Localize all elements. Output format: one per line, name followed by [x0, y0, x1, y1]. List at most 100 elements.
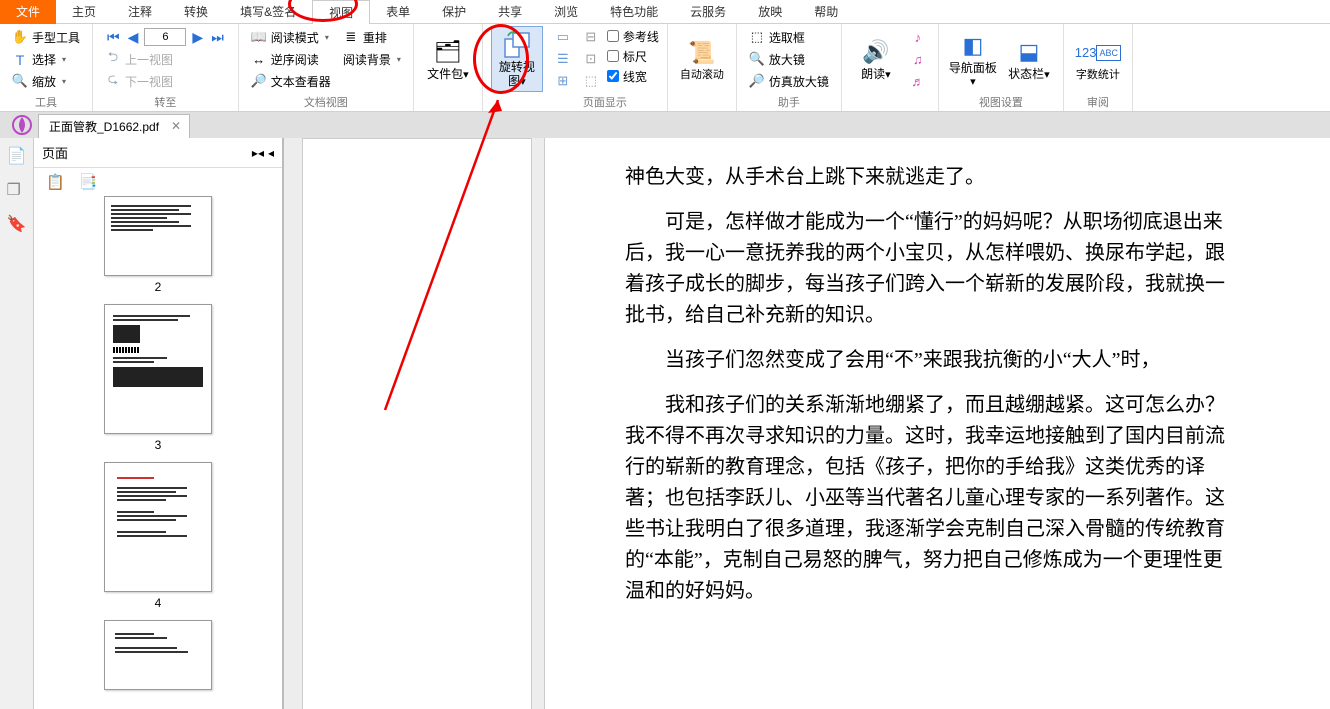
- cont-facing-icon: ⊟: [583, 29, 599, 45]
- next-view-icon: ⮎: [105, 73, 121, 89]
- menu-comment[interactable]: 注释: [112, 0, 168, 24]
- ribbon-group-scroll: 📜 自动滚动: [668, 24, 737, 111]
- hand-tool-button[interactable]: ✋手型工具: [8, 26, 84, 48]
- ribbon-group-tools: ✋手型工具 Ｔ选择 🔍缩放 工具: [0, 24, 93, 111]
- menu-view[interactable]: 视图: [312, 0, 370, 24]
- magnifier-icon: 🔍: [749, 51, 765, 67]
- thumbnail-page-3[interactable]: [104, 304, 212, 434]
- status-bar-button[interactable]: ⬓ 状态栏▾: [1003, 26, 1055, 92]
- thumbnail-panel: 页面 ▸◂ ◂ 📋 📑 2 3: [34, 138, 284, 709]
- ribbon-group-docview: 📖阅读模式 ↔逆序阅读 🔎文本查看器 ≣重排 阅读背景 文档视图: [239, 24, 414, 111]
- facing-icon: ⊞: [555, 73, 571, 89]
- word-count-button[interactable]: 123ABC 字数统计: [1072, 26, 1124, 92]
- prev-page-icon[interactable]: ◀: [126, 29, 141, 46]
- single-page-button[interactable]: ▭: [551, 26, 575, 48]
- read-opt1[interactable]: ♪: [906, 26, 930, 48]
- close-tab-icon[interactable]: ✕: [171, 119, 181, 133]
- ribbon-group-viewset: ◧ 导航面板▾ ⬓ 状态栏▾ 视图设置: [939, 24, 1064, 111]
- sim-magnifier-icon: 🔎: [749, 73, 765, 89]
- page-number-input[interactable]: [144, 28, 186, 46]
- file-package-button[interactable]: 🗂 文件包▾: [422, 26, 474, 92]
- ribbon-group-pagedisplay: ▭ ☰ ⊞ ⊟ ⊡ ⬚ 参考线 标尺 线宽 页面显示: [543, 24, 668, 111]
- ribbon-group-assist: ⬚选取框 🔍放大镜 🔎仿真放大镜 助手: [737, 24, 842, 111]
- ruler-checkbox[interactable]: 标尺: [607, 46, 659, 66]
- reverse-read-button[interactable]: ↔逆序阅读: [247, 48, 335, 70]
- document-viewport[interactable]: 神色大变，从手术台上跳下来就逃走了。 可是，怎样做才能成为一个“懂行”的妈妈呢？…: [284, 138, 1330, 709]
- doc-paragraph: 可是，怎样做才能成为一个“懂行”的妈妈呢？从职场彻底退出来后，我一心一意抚养我的…: [625, 207, 1240, 331]
- menu-cloud[interactable]: 云服务: [674, 0, 742, 24]
- last-page-icon[interactable]: ⏭: [209, 29, 226, 46]
- read-bg-button[interactable]: 阅读背景: [339, 48, 405, 70]
- menu-home[interactable]: 主页: [56, 0, 112, 24]
- layers-icon[interactable]: ❐: [7, 180, 27, 200]
- reflow-icon: ≣: [343, 29, 359, 45]
- thumbnail-tools: 📋 📑: [34, 168, 282, 196]
- separate-cover-button[interactable]: ⊡: [579, 48, 603, 70]
- magnifier-button[interactable]: 🔍放大镜: [745, 48, 833, 70]
- document-tab[interactable]: 正面管教_D1662.pdf ✕: [38, 114, 190, 138]
- menu-form[interactable]: 表单: [370, 0, 426, 24]
- next-view-button[interactable]: ⮎下一视图: [101, 70, 230, 92]
- nav-panel-button[interactable]: ◧ 导航面板▾: [947, 26, 999, 92]
- thumbnail-page-2[interactable]: [104, 196, 212, 276]
- read-opt3[interactable]: ♬: [906, 70, 930, 92]
- word-count-icon: 123ABC: [1082, 37, 1114, 69]
- prev-view-button[interactable]: ⮌上一视图: [101, 48, 230, 70]
- status-bar-icon: ⬓: [1013, 36, 1045, 68]
- menu-browse[interactable]: 浏览: [538, 0, 594, 24]
- thumbnail-page-5[interactable]: [104, 620, 212, 690]
- group-label-viewset: 视图设置: [947, 92, 1055, 112]
- facing-button[interactable]: ⊞: [551, 70, 575, 92]
- auto-scroll-button[interactable]: 📜 自动滚动: [676, 26, 728, 92]
- read-opt2[interactable]: ♫: [906, 48, 930, 70]
- rotate-view-button[interactable]: 旋转视图▾: [491, 26, 543, 92]
- bookmarks-icon[interactable]: 🔖: [7, 214, 27, 234]
- menu-feature[interactable]: 特色功能: [594, 0, 674, 24]
- ribbon-group-read: 🔊 朗读▾ ♪ ♫ ♬: [842, 24, 939, 111]
- rotate-icon: [501, 29, 533, 61]
- doc-paragraph: 我和孩子们的关系渐渐地绷紧了，而且越绷越紧。这可怎么办？我不得不再次寻求知识的力…: [625, 390, 1240, 607]
- continuous-button[interactable]: ☰: [551, 48, 575, 70]
- reference-line-checkbox[interactable]: 参考线: [607, 26, 659, 46]
- read-mode-icon: 📖: [251, 29, 267, 45]
- panel-close-icon[interactable]: ◂: [268, 146, 274, 160]
- audio3-icon: ♬: [910, 73, 926, 89]
- thumbnail-page-4[interactable]: [104, 462, 212, 592]
- ribbon-group-nav: ⏮ ◀ ▶ ⏭ ⮌上一视图 ⮎下一视图 转至: [93, 24, 239, 111]
- menu-bar: 文件 主页 注释 转换 填写&签名 视图 表单 保护 共享 浏览 特色功能 云服…: [0, 0, 1330, 24]
- thumb-tool2-icon[interactable]: 📑: [79, 173, 98, 191]
- app-logo-icon: [10, 113, 34, 137]
- read-aloud-button[interactable]: 🔊 朗读▾: [850, 26, 902, 92]
- zoom-button[interactable]: 🔍缩放: [8, 70, 84, 92]
- doc-paragraph: 当孩子们忽然变成了会用“不”来跟我抗衡的小“大人”时，: [625, 345, 1240, 376]
- group-label-pagedisplay: 页面显示: [551, 92, 659, 112]
- menu-protect[interactable]: 保护: [426, 0, 482, 24]
- selection-box-button[interactable]: ⬚选取框: [745, 26, 833, 48]
- collapse-icon[interactable]: ▸◂: [252, 146, 264, 160]
- thumb-tool1-icon[interactable]: 📋: [46, 173, 65, 191]
- linewidth-checkbox[interactable]: 线宽: [607, 66, 659, 86]
- first-page-icon[interactable]: ⏮: [105, 29, 122, 46]
- cont-facing-button[interactable]: ⊟: [579, 26, 603, 48]
- group-label-review: 审阅: [1072, 92, 1124, 112]
- next-page-icon[interactable]: ▶: [190, 29, 205, 46]
- menu-help[interactable]: 帮助: [798, 0, 854, 24]
- sim-magnifier-button[interactable]: 🔎仿真放大镜: [745, 70, 833, 92]
- audio2-icon: ♫: [910, 51, 926, 67]
- split-button[interactable]: ⬚: [579, 70, 603, 92]
- read-mode-button[interactable]: 📖阅读模式: [247, 26, 335, 48]
- menu-file[interactable]: 文件: [0, 0, 56, 24]
- thumbnails-icon[interactable]: 📄: [7, 146, 27, 166]
- reflow-button[interactable]: ≣重排: [339, 26, 405, 48]
- tab-title: 正面管教_D1662.pdf: [49, 120, 159, 134]
- group-label-assist: 助手: [745, 92, 833, 112]
- prev-view-icon: ⮌: [105, 51, 121, 67]
- menu-convert[interactable]: 转换: [168, 0, 224, 24]
- menu-fill-sign[interactable]: 填写&签名: [224, 0, 312, 24]
- thumbnail-list[interactable]: 2 3 4: [34, 196, 282, 709]
- select-button[interactable]: Ｔ选择: [8, 48, 84, 70]
- text-viewer-button[interactable]: 🔎文本查看器: [247, 70, 335, 92]
- menu-slideshow[interactable]: 放映: [742, 0, 798, 24]
- menu-share[interactable]: 共享: [482, 0, 538, 24]
- group-label-docview: 文档视图: [247, 92, 405, 112]
